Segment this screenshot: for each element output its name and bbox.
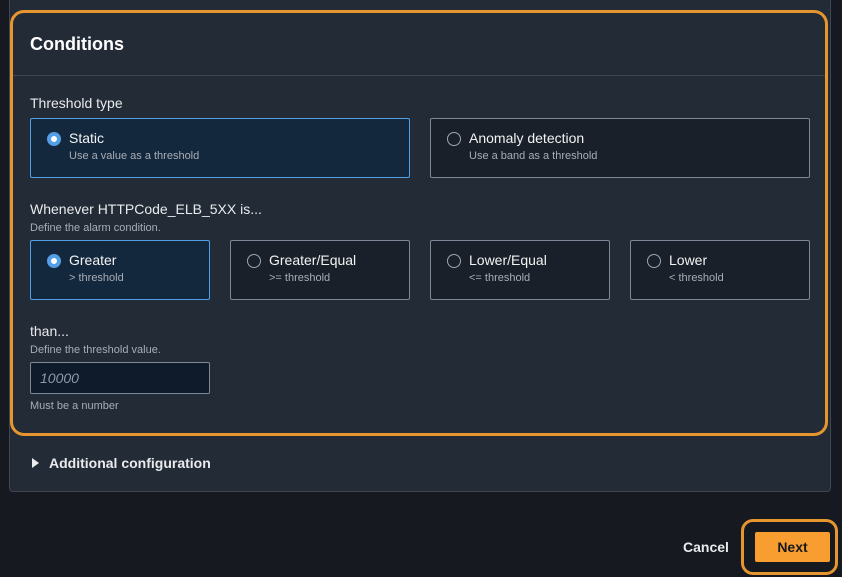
condition-greater-equal[interactable]: Greater/Equal >= threshold (230, 240, 410, 300)
radio-greater[interactable] (47, 254, 61, 268)
additional-configuration-label: Additional configuration (49, 455, 211, 471)
threshold-type-static[interactable]: Static Use a value as a threshold (30, 118, 410, 178)
threshold-value-input[interactable] (30, 362, 210, 394)
anomaly-detection-title: Anomaly detection (469, 130, 585, 146)
threshold-type-anomaly-detection[interactable]: Anomaly detection Use a band as a thresh… (430, 118, 810, 178)
conditions-header: Conditions (13, 13, 825, 76)
lower-equal-title: Lower/Equal (469, 252, 547, 268)
radio-greater-equal[interactable] (247, 254, 261, 268)
radio-static[interactable] (47, 132, 61, 146)
greater-title: Greater (69, 252, 117, 268)
threshold-type-label: Threshold type (30, 95, 123, 111)
radio-lower[interactable] (647, 254, 661, 268)
threshold-value-hint: Must be a number (30, 400, 119, 412)
additional-configuration-toggle[interactable]: Additional configuration (32, 455, 211, 471)
lower-title: Lower (669, 252, 708, 268)
alarm-wizard-page: Conditions Threshold type Static Use a v… (0, 0, 842, 577)
radio-lower-equal[interactable] (447, 254, 461, 268)
conditions-title: Conditions (30, 34, 124, 54)
condition-lower[interactable]: Lower < threshold (630, 240, 810, 300)
whenever-description: Define the alarm condition. (30, 222, 161, 234)
whenever-label: Whenever HTTPCode_ELB_5XX is... (30, 201, 262, 217)
next-button[interactable]: Next (755, 532, 830, 562)
static-description: Use a value as a threshold (69, 150, 200, 162)
greater-equal-title: Greater/Equal (269, 252, 357, 268)
lower-equal-description: <= threshold (469, 272, 531, 284)
condition-lower-equal[interactable]: Lower/Equal <= threshold (430, 240, 610, 300)
radio-anomaly-detection[interactable] (447, 132, 461, 146)
than-label: than... (30, 323, 69, 339)
caret-right-icon (32, 458, 39, 468)
lower-description: < threshold (669, 272, 724, 284)
than-description: Define the threshold value. (30, 344, 161, 356)
cancel-button[interactable]: Cancel (676, 537, 736, 557)
anomaly-detection-description: Use a band as a threshold (469, 150, 598, 162)
greater-equal-description: >= threshold (269, 272, 331, 284)
static-title: Static (69, 130, 105, 146)
greater-description: > threshold (69, 272, 124, 284)
condition-greater[interactable]: Greater > threshold (30, 240, 210, 300)
